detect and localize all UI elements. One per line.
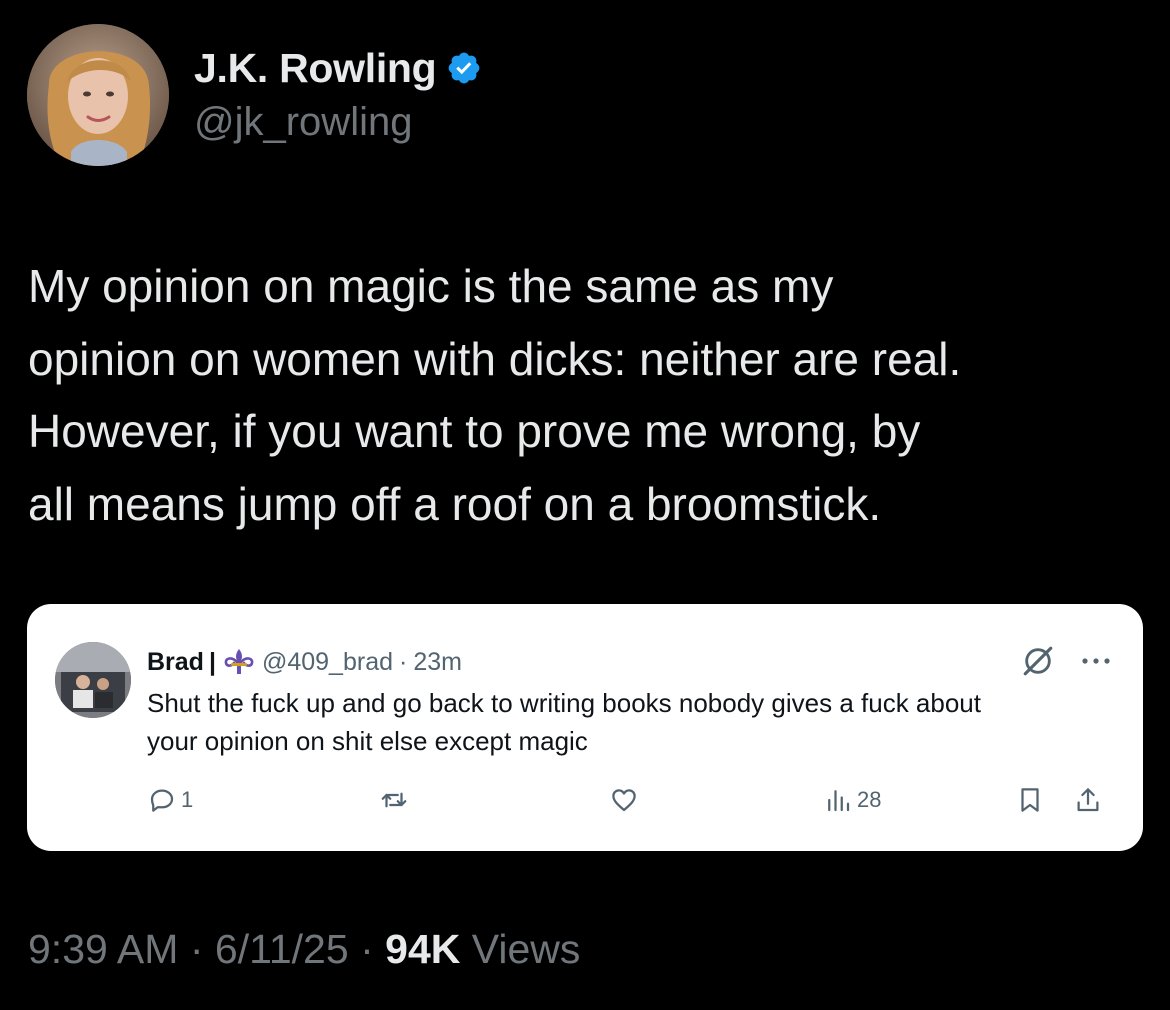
quoted-post-card[interactable]: Brad | @409_brad · 23m Shut the fuck up …: [27, 604, 1143, 851]
author-avatar-image: [27, 24, 169, 166]
author-handle[interactable]: @jk_rowling: [194, 100, 412, 145]
tweet-meta: 9:39 AM · 6/11/25 · 94K Views: [28, 926, 580, 973]
quoted-author-avatar[interactable]: [55, 642, 131, 718]
heart-icon: [612, 789, 636, 812]
quoted-post-text-line: your opinion on shit else except magic: [147, 726, 588, 756]
quoted-author-name[interactable]: Brad: [147, 648, 204, 677]
quoted-post-text-line: Shut the fuck up and go back to writing …: [147, 688, 981, 718]
share-icon: [1077, 788, 1099, 812]
author-avatar[interactable]: [27, 24, 169, 166]
quoted-post-header: Brad | @409_brad · 23m: [147, 644, 462, 680]
reply-button[interactable]: 1: [147, 782, 193, 818]
quoted-author-avatar-image: [55, 642, 131, 718]
verified-badge-icon[interactable]: [446, 50, 482, 86]
like-button[interactable]: [609, 782, 639, 818]
views-button[interactable]: 28: [823, 782, 881, 818]
name-separator: |: [208, 647, 216, 676]
reply-icon: [150, 789, 174, 812]
bookmark-icon: [1021, 788, 1039, 812]
meta-dot: ·: [189, 926, 204, 972]
tweet-text: My opinion on magic is the same as my op…: [28, 250, 1148, 540]
views-count: 28: [857, 787, 882, 812]
author-display-name[interactable]: J.K. Rowling: [194, 45, 437, 92]
tweet-views-count[interactable]: 94K: [385, 926, 460, 972]
tweet-date[interactable]: 6/11/25: [215, 926, 349, 972]
tweet-text-line: However, if you want to prove me wrong, …: [28, 405, 921, 457]
header-dot: ·: [399, 647, 408, 676]
tweet-text-line: opinion on women with dicks: neither are…: [28, 332, 962, 385]
more-options-icon[interactable]: [1081, 656, 1111, 666]
meta-dot: ·: [360, 926, 374, 972]
quoted-post-text: Shut the fuck up and go back to writing …: [147, 684, 1107, 760]
repost-icon: [381, 792, 407, 808]
reply-count: 1: [181, 787, 194, 812]
bookmark-button[interactable]: [1015, 782, 1045, 818]
share-button[interactable]: [1073, 782, 1103, 818]
quoted-post-actions: 1 28: [147, 782, 1107, 818]
tweet-time[interactable]: 9:39 AM: [28, 926, 178, 972]
repost-button[interactable]: [379, 782, 409, 818]
quoted-post-top-icons: [1021, 644, 1111, 678]
author-name-row: J.K. Rowling: [194, 38, 482, 98]
grok-icon[interactable]: [1021, 644, 1055, 678]
fleur-de-lis-icon: [224, 649, 254, 674]
quoted-author-handle[interactable]: @409_brad: [262, 648, 393, 677]
tweet-views-label: Views: [471, 926, 581, 972]
tweet-text-line: My opinion on magic is the same as my: [28, 260, 834, 312]
quoted-post-time[interactable]: 23m: [413, 648, 462, 677]
analytics-icon: [828, 790, 850, 812]
tweet-text-line: all means jump off a roof on a broomstic…: [28, 477, 882, 530]
